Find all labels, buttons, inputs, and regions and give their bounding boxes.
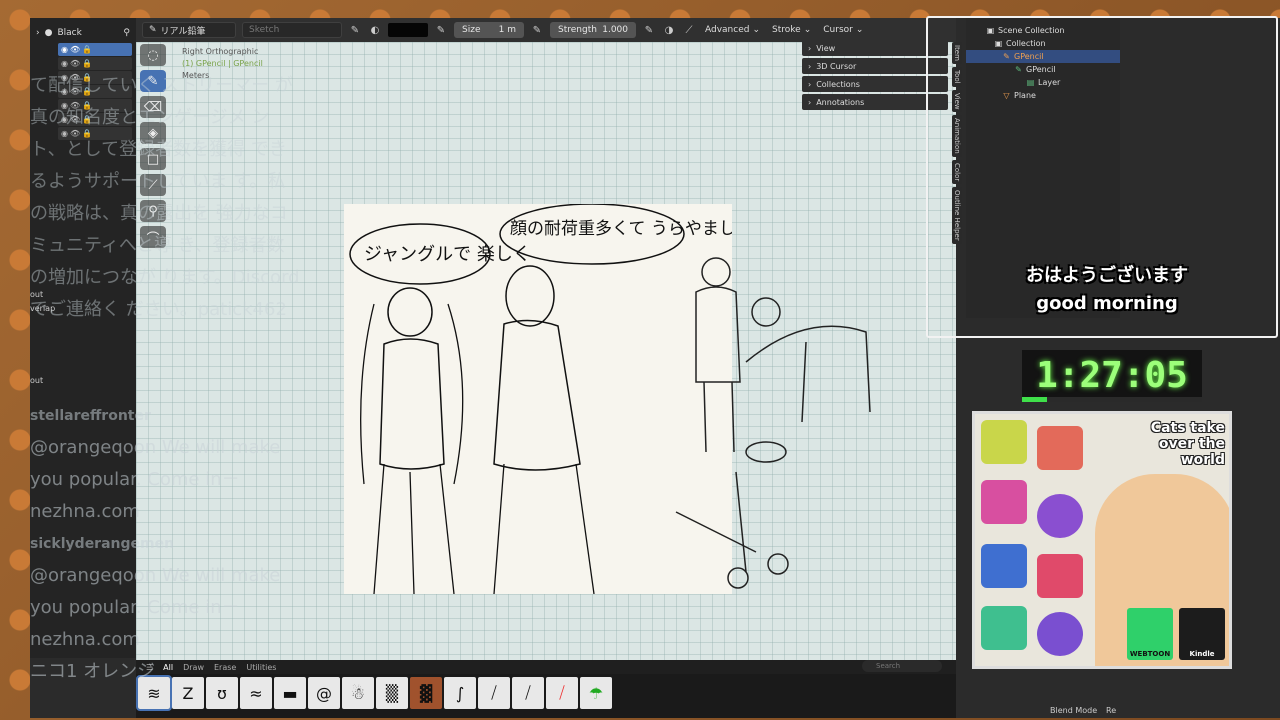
chevron-right-icon[interactable]: › — [36, 28, 40, 38]
eye-icon[interactable]: 👁 — [70, 59, 80, 68]
stream-timer: 1:27:05 — [1022, 350, 1202, 400]
brush-thumbnail[interactable]: ⧸ — [478, 677, 510, 709]
kindle-badge: Kindle — [1179, 608, 1225, 660]
chat-footer: ニコ1 オレンジ — [30, 661, 156, 682]
speech-left-text: ジャングルで 楽しく — [364, 244, 531, 265]
size-value: 1 m — [498, 25, 516, 35]
side-sketch — [675, 257, 871, 589]
brush-thumbnail[interactable]: ☃ — [342, 677, 374, 709]
cat-illustration — [1037, 554, 1083, 598]
brush-thumbnail[interactable]: ∫ — [444, 677, 476, 709]
cat-illustration — [981, 480, 1027, 524]
tool-header: ✎ リアル鉛筆 Sketch ✎ ◐ ✎ Size 1 m ✎ Strength… — [136, 18, 956, 42]
lock-icon[interactable]: 🔒 — [82, 45, 92, 54]
cat-illustration — [981, 544, 1027, 588]
stroke-label: Stroke — [772, 25, 801, 35]
layer-row[interactable]: ◉ 👁 🔒 — [58, 43, 132, 56]
color-swatch[interactable] — [388, 23, 428, 37]
visibility-icon[interactable]: ◉ — [61, 59, 68, 68]
panel-label: Collections — [816, 79, 860, 89]
strength-value: 1.000 — [602, 25, 628, 35]
lock-icon[interactable]: 🔒 — [82, 59, 92, 68]
material-sphere-icon: ● — [44, 28, 53, 38]
timer-progress-fill — [1022, 397, 1048, 402]
brush-thumbnail[interactable]: @ — [308, 677, 340, 709]
brush-thumbnail[interactable]: ☂ — [580, 677, 612, 709]
brush-thumbnail[interactable]: ▓ — [410, 677, 442, 709]
layer-panel-title: Black — [57, 28, 82, 38]
strength-label: Strength — [558, 25, 597, 35]
advanced-label: Advanced — [705, 25, 750, 35]
chat-username: sicklyderangemen — [30, 536, 175, 552]
size-field[interactable]: Size 1 m — [454, 22, 524, 38]
material-field[interactable]: Sketch — [242, 22, 342, 38]
chevron-right-icon: › — [808, 61, 812, 71]
visibility-icon[interactable]: ◉ — [61, 45, 68, 54]
brush-name: リアル鉛筆 — [160, 26, 206, 37]
cat-illustration — [981, 420, 1027, 464]
stroke-icon[interactable]: ⟋ — [682, 23, 696, 37]
subtitle-jp: おはようございます — [1026, 265, 1188, 286]
size-label: Size — [462, 25, 481, 35]
pen-pressure-icon[interactable]: ✎ — [434, 23, 448, 37]
promo-title: Cats take over the world — [1150, 420, 1225, 468]
chevron-down-icon: ⌄ — [803, 25, 812, 35]
chevron-down-icon: ⌄ — [855, 25, 864, 35]
chat-message: @orangeqoon We will make you popular. Co… — [30, 437, 281, 522]
view-name: Right Orthographic — [182, 47, 259, 56]
toggle-icon[interactable]: ◑ — [662, 23, 676, 37]
panel-label: View — [816, 43, 836, 53]
cat-illustration — [1037, 494, 1083, 538]
chevron-right-icon: › — [808, 97, 812, 107]
layer-option-label: out — [30, 376, 44, 385]
blend-mode-label: Blend Mode — [1050, 706, 1098, 715]
advanced-menu[interactable]: Advanced ⌄ — [702, 25, 763, 35]
object-info: (1) GPencil | GPencil — [182, 59, 263, 68]
panel-label: 3D Cursor — [816, 61, 857, 71]
timer-progress-bar — [1022, 397, 1202, 402]
chevron-right-icon: › — [808, 79, 812, 89]
chat-username: stellareffronter — [30, 408, 151, 424]
asset-search-input[interactable]: Search — [862, 660, 942, 672]
subtitle-caption: おはようございます good morning — [926, 262, 1280, 318]
select-circle-tool[interactable]: ◌ — [140, 44, 166, 66]
cat-illustration — [1037, 612, 1083, 656]
sphere-icon[interactable]: ◐ — [368, 23, 382, 37]
brush-thumbnail[interactable]: ⧸ — [546, 677, 578, 709]
layer-row[interactable]: ◉ 👁 🔒 — [58, 57, 132, 70]
chat-message: @orangeqoon We will make you popular. Co… — [30, 565, 281, 650]
brush-thumbnail[interactable]: ▒ — [376, 677, 408, 709]
pin-icon[interactable]: ⚲ — [123, 28, 130, 38]
brush-thumbnail[interactable]: ⧸ — [512, 677, 544, 709]
chat-overlay: stellareffronter @orangeqoon We will mak… — [30, 400, 300, 688]
chevron-down-icon: ⌄ — [752, 25, 761, 35]
cat-illustration — [1037, 426, 1083, 470]
subtitle-en: good morning — [1036, 293, 1178, 314]
layer-panel-header: › ● Black ⚲ — [30, 18, 136, 42]
panel-label: Annotations — [816, 97, 865, 107]
cat-illustration — [981, 606, 1027, 650]
pin-icon[interactable]: ✎ — [348, 23, 362, 37]
cursor-menu[interactable]: Cursor ⌄ — [820, 25, 866, 35]
webtoon-badge: WEBTOON — [1127, 608, 1173, 660]
chevron-right-icon: › — [808, 43, 812, 53]
brush-selector[interactable]: ✎ リアル鉛筆 — [142, 22, 236, 38]
speech-right-text: 顔の耐荷重多くて うらやましーわ — [510, 219, 732, 239]
cursor-label: Cursor — [823, 25, 853, 35]
strength-field[interactable]: Strength 1.000 — [550, 22, 636, 38]
pressure-strength-icon[interactable]: ✎ — [642, 23, 656, 37]
blend-mode-value[interactable]: Re — [1106, 706, 1116, 715]
material-placeholder: Sketch — [249, 25, 280, 35]
pressure-size-icon[interactable]: ✎ — [530, 23, 544, 37]
eye-icon[interactable]: 👁 — [70, 45, 80, 54]
brush-icon: ✎ — [149, 25, 157, 35]
book-promo: Cats take over the world WEBTOON Kindle — [972, 411, 1232, 669]
stroke-menu[interactable]: Stroke ⌄ — [769, 25, 814, 35]
chat-overlay-top: て配信していく ストリーマー が真の知名度とエンゲージメ ント、として登録者数を… — [30, 75, 300, 320]
